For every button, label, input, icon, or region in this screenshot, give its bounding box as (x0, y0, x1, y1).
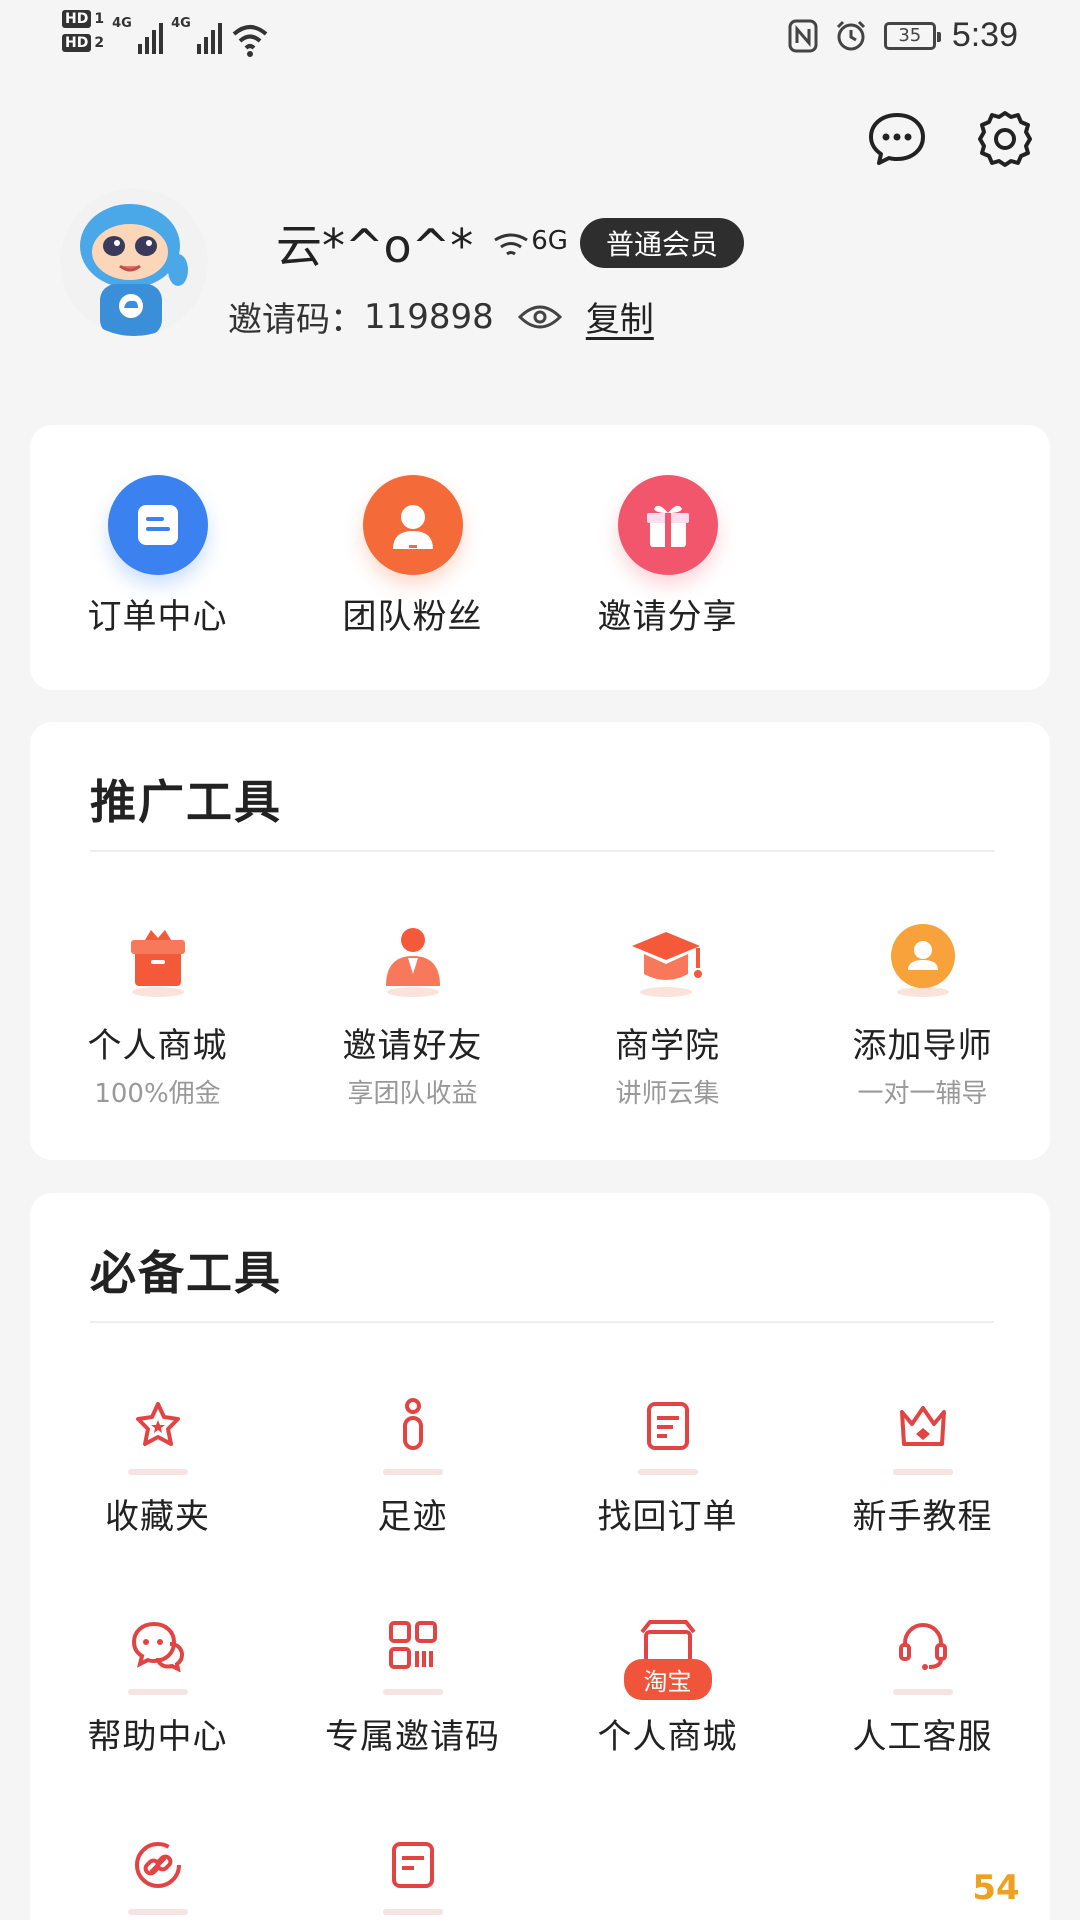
chat-bubble-icon (869, 113, 925, 165)
promo-item-invite[interactable]: 邀请好友 享团队收益 (285, 918, 540, 1110)
tool-invite-code[interactable]: 专属邀请码 (285, 1609, 540, 1758)
quick-actions-card: 订单中心 团队粉丝 邀请分享 (30, 425, 1050, 690)
sim2-hd-tag: HD (62, 34, 92, 52)
qr-code-icon (388, 1621, 437, 1669)
promo-item-label: 邀请好友 (342, 1026, 483, 1066)
member-badge: 普通会员 (580, 218, 745, 268)
chat-help-icon (131, 1621, 184, 1672)
order-icon (646, 1402, 689, 1450)
promo-item-academy[interactable]: 商学院 讲师云集 (540, 918, 795, 1110)
note-icon (391, 1842, 434, 1888)
tool-label: 收藏夹 (105, 1497, 210, 1537)
tool-find-order[interactable]: 找回订单 (540, 1389, 795, 1538)
gear-icon (978, 111, 1032, 167)
star-icon (135, 1402, 180, 1446)
quick-action-invite[interactable]: 邀请分享 (540, 475, 795, 638)
tool-label: 专属邀请码 (325, 1717, 500, 1757)
promo-item-mentor[interactable]: 添加导师 一对一辅导 (795, 918, 1050, 1110)
essential-tools-title: 必备工具 (90, 1246, 282, 1300)
tool-label: 新手教程 (852, 1497, 993, 1537)
status-bar: HD 1 HD 2 4G 4G 35 5:39 (0, 0, 1080, 80)
alarm-icon (836, 20, 865, 50)
tool-note[interactable] (285, 1829, 540, 1915)
divider (90, 850, 994, 852)
promo-item-sub: 享团队收益 (347, 1079, 478, 1109)
robot-avatar-icon (60, 188, 208, 336)
message-button[interactable] (866, 108, 928, 170)
tool-label: 找回订单 (597, 1497, 738, 1537)
sim2-num: 2 (94, 35, 105, 51)
invite-label: 邀请码： (228, 300, 364, 340)
clock: 5:39 (951, 16, 1018, 54)
gift-box-icon (130, 930, 185, 997)
wifi-6g-icon: 6G (491, 226, 568, 260)
tool-label: 人工客服 (852, 1717, 993, 1757)
wifi-icon (232, 25, 268, 57)
tool-footprint[interactable]: 足迹 (285, 1389, 540, 1538)
tool-link[interactable] (30, 1829, 285, 1915)
sim1-num: 1 (94, 11, 105, 27)
promo-tools-title: 推广工具 (90, 775, 282, 829)
signal2-icon: 4G (171, 10, 223, 54)
promo-item-label: 商学院 (615, 1026, 720, 1066)
promo-tools-card: 推广工具 个人商城 100%佣金 邀请好友 享团队收益 商学院 讲师云集 添加导… (30, 722, 1050, 1160)
link-icon (134, 1842, 181, 1888)
taobao-tag: 淘宝 (623, 1659, 712, 1700)
copy-button[interactable]: 复制 (586, 292, 654, 341)
headset-icon (898, 1622, 947, 1670)
nfc-icon (788, 19, 818, 52)
quick-action-label: 团队粉丝 (342, 597, 483, 637)
settings-button[interactable] (974, 108, 1036, 170)
promo-item-sub: 讲师云集 (615, 1079, 720, 1109)
quick-action-label: 订单中心 (87, 597, 228, 637)
tool-tutorial[interactable]: 新手教程 (795, 1389, 1050, 1538)
sim1-hd-tag: HD (62, 10, 92, 28)
eye-icon[interactable] (517, 303, 562, 331)
mentor-icon (890, 924, 955, 997)
person-icon (362, 475, 463, 575)
watermark-logo: 54 (972, 1868, 1020, 1908)
tool-label: 足迹 (377, 1497, 448, 1537)
promo-item-sub: 一对一辅导 (857, 1079, 988, 1109)
tool-label: 帮助中心 (87, 1717, 228, 1757)
tool-personal-shop[interactable]: 淘宝 个人商城 (540, 1609, 795, 1758)
quick-action-team[interactable]: 团队粉丝 (285, 475, 540, 638)
promo-item-sub: 100%佣金 (94, 1079, 221, 1109)
quick-action-orders[interactable]: 订单中心 (30, 475, 285, 638)
order-doc-icon (107, 475, 208, 575)
graduation-cap-icon (631, 932, 702, 997)
gift-icon (617, 475, 718, 575)
promo-item-label: 添加导师 (852, 1026, 993, 1066)
user-tie-icon (385, 928, 440, 997)
signal1-icon: 4G (112, 10, 164, 54)
essential-tools-card: 必备工具 收藏夹 足迹 找回订单 新手教程 帮助中心 专属邀请码 淘宝 个人商城… (30, 1193, 1050, 1920)
tool-favorites[interactable]: 收藏夹 (30, 1389, 285, 1538)
promo-item-label: 个人商城 (87, 1026, 228, 1066)
divider (90, 1321, 994, 1323)
tool-help[interactable]: 帮助中心 (30, 1609, 285, 1758)
tool-customer-service[interactable]: 人工客服 (795, 1609, 1050, 1758)
avatar[interactable] (60, 188, 208, 336)
tool-label: 个人商城 (597, 1717, 738, 1757)
user-name: 云*^o^* (276, 219, 474, 273)
footprint-icon (402, 1398, 423, 1450)
promo-item-shop[interactable]: 个人商城 100%佣金 (30, 918, 285, 1110)
crown-icon (899, 1406, 946, 1446)
invite-code: 119898 (364, 296, 494, 337)
quick-action-label: 邀请分享 (597, 597, 738, 637)
battery-indicator: 35 (883, 21, 941, 50)
